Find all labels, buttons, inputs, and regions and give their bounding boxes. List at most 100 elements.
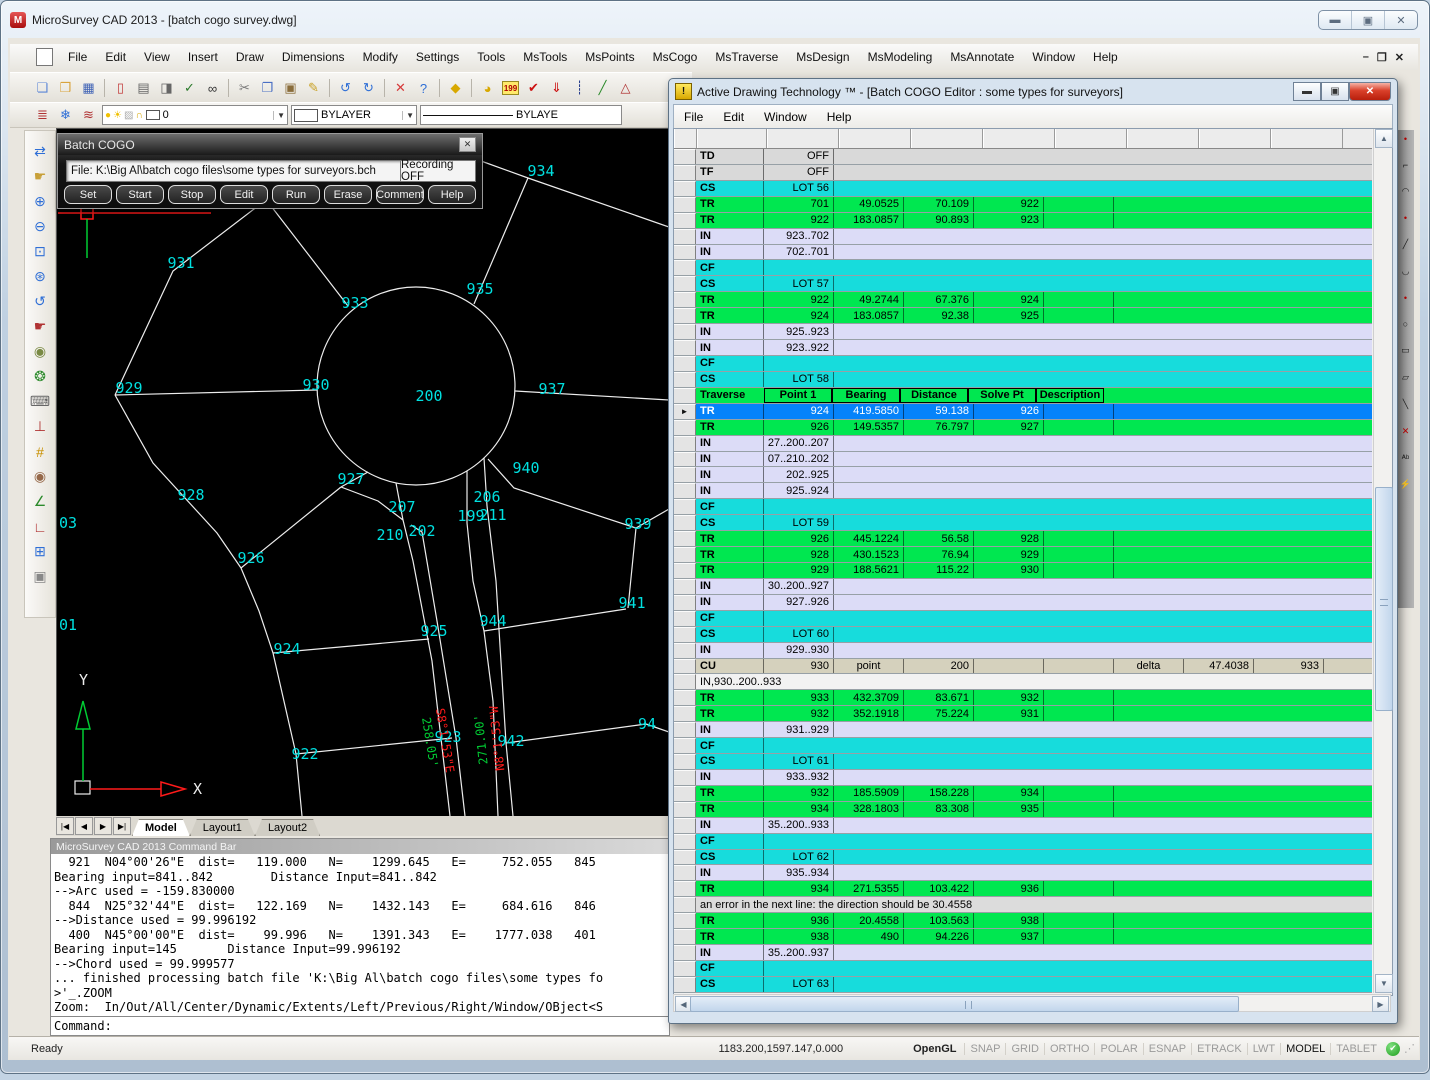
menu-msmodeling[interactable]: MsModeling: [859, 47, 942, 67]
command-input[interactable]: Command:: [51, 1016, 669, 1035]
chevron-down-icon[interactable]: ▼: [402, 111, 414, 120]
chevron-down-icon[interactable]: ▼: [273, 111, 285, 120]
grid-cell[interactable]: 271.5355: [834, 881, 904, 896]
draw-x-icon[interactable]: ✕: [1402, 426, 1410, 437]
grid-cell[interactable]: IN: [696, 436, 764, 451]
grid-cell[interactable]: IN: [696, 245, 764, 260]
grid-cell[interactable]: TR: [696, 786, 764, 801]
row-selector[interactable]: [674, 961, 696, 976]
bulb-icon[interactable]: ●: [105, 110, 111, 121]
linetype-dropdown[interactable]: BYLAYE: [420, 105, 622, 125]
grid-cell[interactable]: 76.94: [904, 547, 974, 562]
copy-icon[interactable]: ❐: [257, 78, 278, 98]
recording-status-field[interactable]: Recording OFF: [400, 160, 476, 182]
grid-row[interactable]: IN927..926: [674, 595, 1372, 611]
grid-cell[interactable]: [1044, 404, 1114, 419]
grid-cell[interactable]: [1044, 308, 1114, 323]
save-icon[interactable]: ▦: [78, 78, 99, 98]
grid-row[interactable]: TR929188.5621115.22930: [674, 563, 1372, 579]
view-eye-icon[interactable]: ◉: [27, 464, 53, 489]
erase-button[interactable]: Erase: [324, 185, 372, 204]
grid-cell[interactable]: 49.2744: [834, 292, 904, 307]
grid-cell[interactable]: 103.563: [904, 913, 974, 928]
menu-mscogo[interactable]: MsCogo: [644, 47, 707, 67]
row-selector[interactable]: [674, 754, 696, 769]
row-selector[interactable]: [674, 452, 696, 467]
grid-cell[interactable]: CF: [696, 961, 764, 976]
vertical-scroll-thumb[interactable]: [1375, 487, 1393, 711]
grid-row[interactable]: CF: [674, 260, 1372, 276]
row-selector[interactable]: [674, 308, 696, 323]
row-selector[interactable]: [674, 197, 696, 212]
row-selector[interactable]: [674, 276, 696, 291]
dialog-close-icon[interactable]: ✕: [459, 137, 476, 152]
draw-sel-icon[interactable]: ⚡: [1400, 479, 1411, 490]
start-button[interactable]: Start: [116, 185, 164, 204]
row-selector[interactable]: [674, 834, 696, 849]
grid-cell[interactable]: 927..926: [764, 595, 834, 610]
menu-mspoints[interactable]: MsPoints: [576, 47, 643, 67]
grid-cell[interactable]: 83.308: [904, 802, 974, 817]
grid-cell[interactable]: 158.228: [904, 786, 974, 801]
mdi-minimize-button[interactable]: –: [1363, 51, 1369, 64]
close-button[interactable]: ✕: [1384, 11, 1417, 29]
grid-cell[interactable]: CU: [696, 659, 764, 674]
grid-cell[interactable]: TD: [696, 149, 764, 164]
grid-row[interactable]: IN,930..200..933: [674, 674, 1372, 690]
editor-menu-help[interactable]: Help: [817, 107, 862, 127]
grid-cell[interactable]: CF: [696, 499, 764, 514]
grid-cell[interactable]: CS: [696, 850, 764, 865]
grid-cell[interactable]: 938: [764, 929, 834, 944]
view-keyboard-icon[interactable]: ⌨: [27, 389, 53, 414]
grid-cell[interactable]: CS: [696, 276, 764, 291]
row-selector[interactable]: [674, 181, 696, 196]
draw-dot-icon[interactable]: •: [1404, 134, 1407, 144]
grid-cell[interactable]: TR: [696, 420, 764, 435]
row-selector[interactable]: [674, 850, 696, 865]
tab-layout2[interactable]: Layout2: [255, 819, 320, 836]
mdi-close-button[interactable]: ✕: [1395, 51, 1404, 64]
grid-cell[interactable]: TR: [696, 292, 764, 307]
grid-row[interactable]: CSLOT 62: [674, 850, 1372, 866]
grid-cell[interactable]: 934: [764, 802, 834, 817]
grid-cell[interactable]: TR: [696, 929, 764, 944]
scroll-right-icon[interactable]: ▶: [1372, 996, 1389, 1012]
row-selector[interactable]: [674, 674, 696, 689]
orbit-icon[interactable]: ❂: [27, 364, 53, 389]
layer-freeze-icon[interactable]: ❄: [55, 105, 76, 125]
zoom-out-icon[interactable]: ⊖: [27, 214, 53, 239]
grid-cell[interactable]: 923: [974, 213, 1044, 228]
layer-dropdown[interactable]: ●☀▨∩ 0 ▼: [102, 105, 288, 125]
view-refresh-icon[interactable]: ⇄: [27, 139, 53, 164]
command-history[interactable]: 921 N04°00'26"E dist= 119.000 N= 1299.64…: [51, 854, 669, 1016]
grid-cell[interactable]: CS: [696, 627, 764, 642]
grid-row[interactable]: TraversePoint 1BearingDistanceSolve PtDe…: [674, 388, 1372, 404]
row-selector[interactable]: [674, 149, 696, 164]
grid-row[interactable]: IN27..200..207: [674, 436, 1372, 452]
draw-poly-icon[interactable]: ▱: [1402, 372, 1409, 383]
row-selector[interactable]: [674, 579, 696, 594]
grid-cell[interactable]: CF: [696, 356, 764, 371]
row-selector[interactable]: [674, 213, 696, 228]
grid-cell[interactable]: IN: [696, 770, 764, 785]
grid-cell[interactable]: IN: [696, 579, 764, 594]
view-eyes-icon[interactable]: ◉: [27, 339, 53, 364]
grid-span-cell[interactable]: IN,930..200..933: [696, 674, 1372, 689]
grid-row[interactable]: TR934271.5355103.422936: [674, 881, 1372, 897]
grid-row[interactable]: IN07..210..202: [674, 452, 1372, 468]
grid-cell[interactable]: [1044, 913, 1114, 928]
grid-cell[interactable]: 328.1803: [834, 802, 904, 817]
status-opengl[interactable]: OpenGL: [913, 1043, 956, 1055]
grid-cell[interactable]: 924: [974, 292, 1044, 307]
grid-cell[interactable]: IN: [696, 324, 764, 339]
tab-nav-2[interactable]: ▶: [94, 817, 112, 835]
grid-cell[interactable]: 49.0525: [834, 197, 904, 212]
grid-cell[interactable]: 924: [764, 404, 834, 419]
row-selector[interactable]: [674, 722, 696, 737]
ms-plumb-icon[interactable]: ◆: [445, 78, 466, 98]
grid-cell[interactable]: 430.1523: [834, 547, 904, 562]
horizontal-scroll-thumb[interactable]: [690, 996, 1239, 1012]
draw-dot3-icon[interactable]: •: [1404, 293, 1407, 303]
set-button[interactable]: Set: [64, 185, 112, 204]
grid-cell[interactable]: 47.4038: [1184, 659, 1254, 674]
